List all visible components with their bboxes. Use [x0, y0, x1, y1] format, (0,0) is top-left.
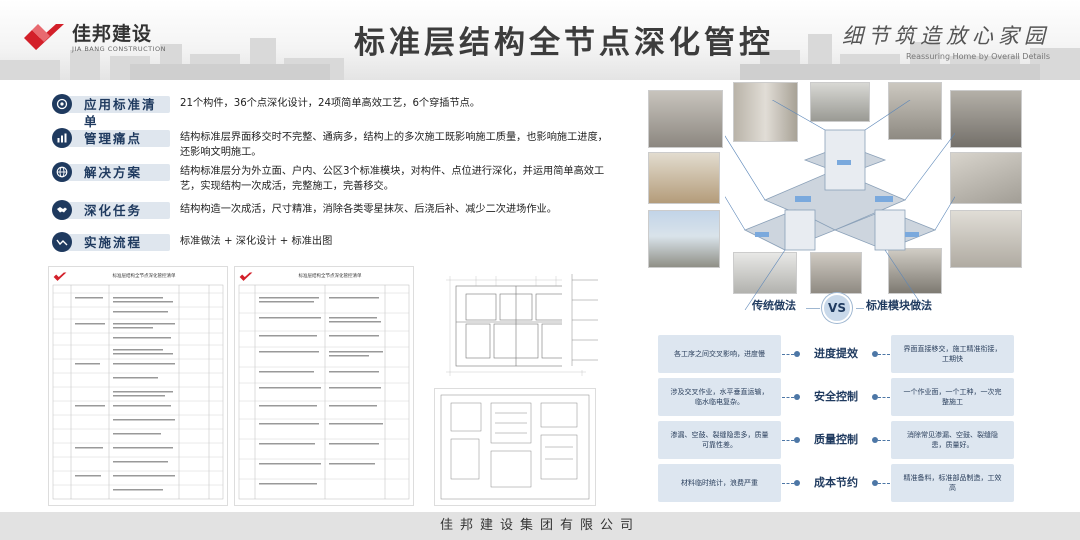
checklist-document-2: 标准层结构全节点深化管控清单: [234, 266, 414, 506]
site-photo: [648, 90, 723, 148]
comparison-aspect: 成本节约: [782, 471, 890, 495]
page-title: 标准层结构全节点深化管控: [354, 25, 774, 61]
document-title: 标准层结构全节点深化管控清单: [298, 274, 362, 279]
vs-badge: VS: [822, 293, 852, 323]
item-text: 标准做法 + 深化设计 + 标准出图: [180, 236, 333, 247]
logo-mark-icon: [239, 272, 253, 281]
traditional-text: 各工序之间交叉影响，进度慢: [658, 335, 781, 373]
site-photo: [648, 152, 720, 204]
item-label: 解决方案: [84, 165, 143, 180]
item-label: 管理痛点: [84, 131, 143, 146]
comparison-aspect: 安全控制: [782, 385, 890, 409]
item-label: 深化任务: [84, 203, 143, 218]
item-process: 实施流程 标准做法 + 深化设计 + 标准出图: [52, 232, 612, 262]
comparison-row: 渗漏、空鼓、裂缝隐患多，质量可靠性差。 质量控制 消除常见渗漏、空鼓、裂缝隐患，…: [658, 421, 1014, 459]
site-photo: [950, 90, 1022, 148]
checklist-document-1: 标准层结构全节点深化管控清单: [48, 266, 228, 506]
traditional-text: 材料临时统计，浪费严重: [658, 464, 781, 502]
slogan-en: Reassuring Home by Overall Details: [905, 52, 1050, 61]
trend-icon: [52, 232, 72, 252]
slogan-cn: 细节筑造放心家园: [842, 24, 1050, 48]
item-application-list: 应用标准清单 21个构件，36个点深化设计，24项简单高效工艺，6个穿插节点。: [52, 94, 612, 129]
comparison-row: 涉及交叉作业，水平垂直运输，临水临电复杂。 安全控制 一个作业面，一个工种，一次…: [658, 378, 1014, 416]
comparison-aspect-label: 安全控制: [814, 390, 858, 403]
logo-name: 佳邦建设: [72, 23, 153, 45]
table-lines: [238, 284, 410, 500]
footer-company-name: 佳邦建设集团有限公司: [0, 512, 1080, 540]
item-text: 结构构造一次成活，尺寸精准，消除各类零星抹灰、后浇后补、减少二次进场作业。: [180, 204, 557, 215]
comparison-row: 材料临时统计，浪费严重 成本节约 精准备料，标准部品制造，工效高: [658, 464, 1014, 502]
item-label: 实施流程: [84, 235, 143, 250]
modular-method-heading: 标准模块做法: [866, 299, 932, 312]
modular-text: 精准备料，标准部品制造，工效高: [891, 464, 1014, 502]
comparison-aspect: 进度提效: [782, 342, 890, 366]
section-drawing: [562, 270, 608, 370]
logo-mark-icon: [24, 24, 64, 50]
traditional-text: 涉及交叉作业，水平垂直运输，临水临电复杂。: [658, 378, 781, 416]
comparison-aspect-label: 质量控制: [814, 433, 858, 446]
item-text: 结构标准层分为外立面、户内、公区3个标准模块，对构件、点位进行深化，并运用简单高…: [180, 166, 605, 192]
item-text: 21个构件，36个点深化设计，24项简单高效工艺，6个穿插节点。: [180, 98, 481, 109]
modular-text: 界面直接移交，施工精准衔接，工期快: [891, 335, 1014, 373]
header: 佳邦建设 JIA BANG CONSTRUCTION 标准层结构全节点深化管控 …: [0, 0, 1080, 80]
structure-3d-model: [714, 89, 966, 311]
item-tasks: 深化任务 结构构造一次成活，尺寸精准，消除各类零星抹灰、后浇后补、减少二次进场作…: [52, 200, 612, 232]
site-photo: [648, 210, 720, 268]
modular-text: 消除常见渗漏、空鼓、裂缝隐患，质量好。: [891, 421, 1014, 459]
logo-english-name: JIA BANG CONSTRUCTION: [72, 45, 167, 53]
comparison-row: 各工序之间交叉影响，进度慢 进度提效 界面直接移交，施工精准衔接，工期快: [658, 335, 1014, 373]
slogan: 细节筑造放心家园 Reassuring Home by Overall Deta…: [842, 20, 1050, 61]
company-logo: 佳邦建设 JIA BANG CONSTRUCTION: [22, 20, 166, 56]
document-title: 标准层结构全节点深化管控清单: [112, 274, 176, 279]
traditional-text: 渗漏、空鼓、裂缝隐患多，质量可靠性差。: [658, 421, 781, 459]
item-solution: 解决方案 结构标准层分为外立面、户内、公区3个标准模块，对构件、点位进行深化，并…: [52, 162, 612, 200]
item-pain-points: 管理痛点 结构标准层界面移交时不完整、通病多，结构上的多次施工既影响施工质量，也…: [52, 128, 612, 162]
item-text: 结构标准层界面移交时不完整、通病多，结构上的多次施工既影响施工质量，也影响施工进…: [180, 132, 608, 158]
item-label: 应用标准清单: [84, 97, 157, 129]
modular-text: 一个作业面，一个工种，一次完整施工: [891, 378, 1014, 416]
comparison-aspect: 质量控制: [782, 428, 890, 452]
table-lines: [52, 284, 224, 500]
key-items: 应用标准清单 21个构件，36个点深化设计，24项简单高效工艺，6个穿插节点。 …: [52, 94, 612, 262]
handshake-icon: [52, 200, 72, 220]
traditional-method-heading: 传统做法: [752, 299, 796, 312]
site-photo: [950, 210, 1022, 268]
site-photo: [950, 152, 1022, 204]
comparison-aspect-label: 进度提效: [814, 347, 858, 360]
logo-mark-icon: [53, 272, 67, 281]
globe-icon: [52, 162, 72, 182]
comparison-aspect-label: 成本节约: [814, 476, 858, 489]
detail-drawing: [434, 388, 596, 506]
target-icon: [52, 94, 72, 114]
bar-chart-icon: [52, 128, 72, 148]
